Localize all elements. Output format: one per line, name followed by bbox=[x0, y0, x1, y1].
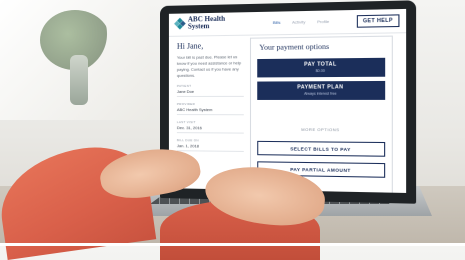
pay-total-label: PAY TOTAL bbox=[304, 61, 337, 68]
bill-summary: Hi Jane, Your bill is past due. Please l… bbox=[176, 41, 244, 152]
field-label: LAST VISIT bbox=[176, 120, 196, 125]
bill-message: Your bill is past due. Please let us kno… bbox=[176, 54, 242, 78]
logo-icon bbox=[174, 17, 186, 30]
field-bill-due: BILL DUE ON Jan. 1, 2018 bbox=[176, 138, 244, 152]
logo-text-line2: System bbox=[187, 22, 210, 31]
field-value: Jane Doe bbox=[176, 88, 244, 97]
field-label: BILL DUE ON bbox=[176, 138, 199, 143]
top-bar: ABC Health System Bills Activity Profile… bbox=[168, 8, 407, 37]
payment-plan-label: PAYMENT PLAN bbox=[297, 84, 344, 91]
get-help-button[interactable]: GET HELP bbox=[356, 14, 400, 28]
greeting: Hi Jane, bbox=[176, 41, 204, 51]
payment-plan-button[interactable]: PAYMENT PLAN Always interest free bbox=[257, 80, 386, 100]
select-bills-button[interactable]: SELECT BILLS TO PAY bbox=[257, 140, 386, 157]
nav-bills[interactable]: Bills bbox=[273, 20, 281, 25]
payment-options-title: Your payment options bbox=[259, 41, 330, 52]
pay-total-button[interactable]: PAY TOTAL $0.00 bbox=[257, 57, 386, 78]
field-value: Dec. 31, 2016 bbox=[176, 125, 244, 134]
pay-total-amount: $0.00 bbox=[315, 68, 325, 73]
nav-profile[interactable]: Profile bbox=[317, 19, 329, 24]
nav-activity[interactable]: Activity bbox=[292, 19, 305, 24]
field-last-visit: LAST VISIT Dec. 31, 2016 bbox=[176, 120, 244, 134]
field-patient: PATIENT Jane Doe bbox=[176, 83, 244, 97]
background-vase bbox=[70, 55, 88, 105]
nav: Bills Activity Profile bbox=[273, 19, 329, 25]
field-value: ABC Health System bbox=[176, 107, 244, 116]
payment-plan-subtext: Always interest free bbox=[304, 91, 337, 96]
field-label: PATIENT bbox=[176, 83, 192, 88]
logo[interactable]: ABC Health System bbox=[174, 15, 225, 31]
field-value: Jan. 1, 2018 bbox=[176, 143, 244, 152]
field-label: PROVIDER bbox=[176, 102, 196, 107]
laptop-screen: ABC Health System Bills Activity Profile… bbox=[168, 8, 407, 193]
more-options-label: MORE OPTIONS bbox=[301, 126, 340, 133]
field-provider: PROVIDER ABC Health System bbox=[176, 102, 244, 116]
